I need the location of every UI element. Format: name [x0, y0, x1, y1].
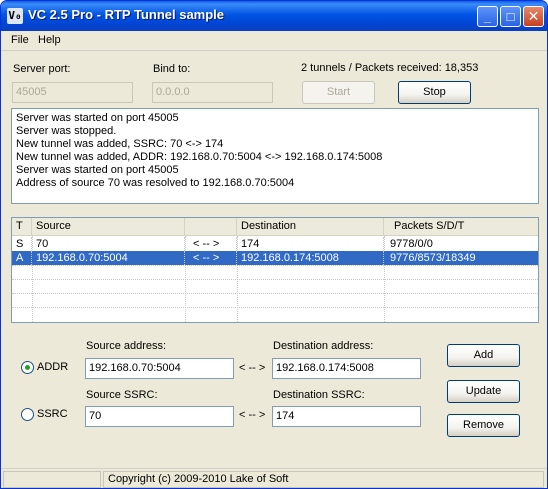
app-window: V₀ VC 2.5 Pro - RTP Tunnel sample _ □ ✕ …: [0, 0, 548, 489]
status-copyright: Copyright (c) 2009-2010 Lake of Soft: [103, 471, 544, 488]
row-gridline: [12, 265, 538, 266]
cell-arrow: < -- >: [185, 237, 237, 251]
column-header-source[interactable]: Source: [32, 218, 185, 236]
radio-selected-dot: [25, 365, 30, 370]
cell-arrow: < -- >: [185, 251, 237, 265]
log-line: New tunnel was added, ADDR: 192.168.0.70…: [16, 151, 383, 163]
start-button[interactable]: Start: [302, 81, 375, 104]
source-ssrc-input[interactable]: 70: [85, 406, 234, 427]
server-port-input[interactable]: 45005: [12, 82, 133, 103]
column-header-type[interactable]: T: [12, 218, 32, 236]
log-line: New tunnel was added, SSRC: 70 <-> 174: [16, 138, 224, 150]
log-line: Server was started on port 45005: [16, 164, 179, 176]
row-gridline: [12, 279, 538, 280]
server-stats: 2 tunnels / Packets received: 18,353: [301, 62, 479, 74]
cell-packets: 9776/8573/18349: [390, 252, 476, 264]
address-arrow: < -- >: [239, 362, 266, 374]
table-row[interactable]: S 70 < -- > 174 9778/0/0: [12, 237, 538, 251]
table-header: T Source Destination Packets S/D/T: [12, 218, 538, 236]
cell-source: 70: [32, 237, 185, 251]
ssrc-radio-label[interactable]: SSRC: [37, 408, 68, 420]
column-header-packets[interactable]: Packets S/D/T: [384, 218, 538, 236]
row-gridline: [12, 307, 538, 308]
source-address-input[interactable]: 192.168.0.70:5004: [85, 358, 234, 379]
window-title: VC 2.5 Pro - RTP Tunnel sample: [28, 7, 225, 22]
column-header-destination[interactable]: Destination: [237, 218, 384, 236]
tunnels-table[interactable]: T Source Destination Packets S/D/T S 70 …: [11, 217, 539, 323]
column-header-arrow[interactable]: [185, 218, 237, 236]
source-address-label: Source address:: [86, 340, 167, 352]
destination-ssrc-input[interactable]: 174: [272, 406, 421, 427]
status-pane-left: [3, 471, 101, 488]
cell-source: 192.168.0.70:5004: [32, 251, 185, 265]
ssrc-arrow: < -- >: [239, 409, 266, 421]
menu-help[interactable]: Help: [38, 34, 61, 46]
title-bar[interactable]: V₀ VC 2.5 Pro - RTP Tunnel sample _ □ ✕: [1, 1, 547, 31]
cell-packets: 9778/0/0: [390, 238, 433, 250]
log-line: Server was stopped.: [16, 125, 117, 137]
remove-button[interactable]: Remove: [447, 414, 520, 437]
log-line: Server was started on port 45005: [16, 112, 179, 124]
cell-destination: 174: [237, 237, 384, 251]
maximize-button[interactable]: □: [500, 6, 521, 27]
cell-type: A: [12, 251, 32, 265]
app-icon: V₀: [7, 8, 23, 24]
menu-file[interactable]: File: [11, 34, 29, 46]
log-textarea[interactable]: Server was started on port 45005 Server …: [11, 108, 539, 204]
menu-bar: File Help: [1, 31, 547, 51]
destination-address-input[interactable]: 192.168.0.174:5008: [272, 358, 421, 379]
row-gridline: [12, 293, 538, 294]
cell-type: S: [12, 237, 32, 251]
close-button[interactable]: ✕: [523, 6, 544, 27]
destination-ssrc-label: Destination SSRC:: [273, 389, 365, 401]
cell-destination: 192.168.0.174:5008: [237, 251, 384, 265]
addr-radio-label[interactable]: ADDR: [37, 361, 68, 373]
source-ssrc-label: Source SSRC:: [86, 389, 158, 401]
minimize-button[interactable]: _: [477, 6, 498, 27]
bind-to-label: Bind to:: [153, 63, 191, 75]
addr-radio[interactable]: [21, 361, 34, 374]
log-line: Address of source 70 was resolved to 192…: [16, 177, 295, 189]
bind-to-input[interactable]: 0.0.0.0: [152, 82, 273, 103]
status-bar: Copyright (c) 2009-2010 Lake of Soft: [1, 468, 547, 488]
update-button[interactable]: Update: [447, 380, 520, 403]
destination-address-label: Destination address:: [273, 340, 374, 352]
stop-button[interactable]: Stop: [398, 81, 471, 104]
table-row-selected[interactable]: A 192.168.0.70:5004 < -- > 192.168.0.174…: [12, 251, 538, 265]
ssrc-radio[interactable]: [21, 408, 34, 421]
server-port-label: Server port:: [13, 63, 71, 75]
add-button[interactable]: Add: [447, 344, 520, 367]
